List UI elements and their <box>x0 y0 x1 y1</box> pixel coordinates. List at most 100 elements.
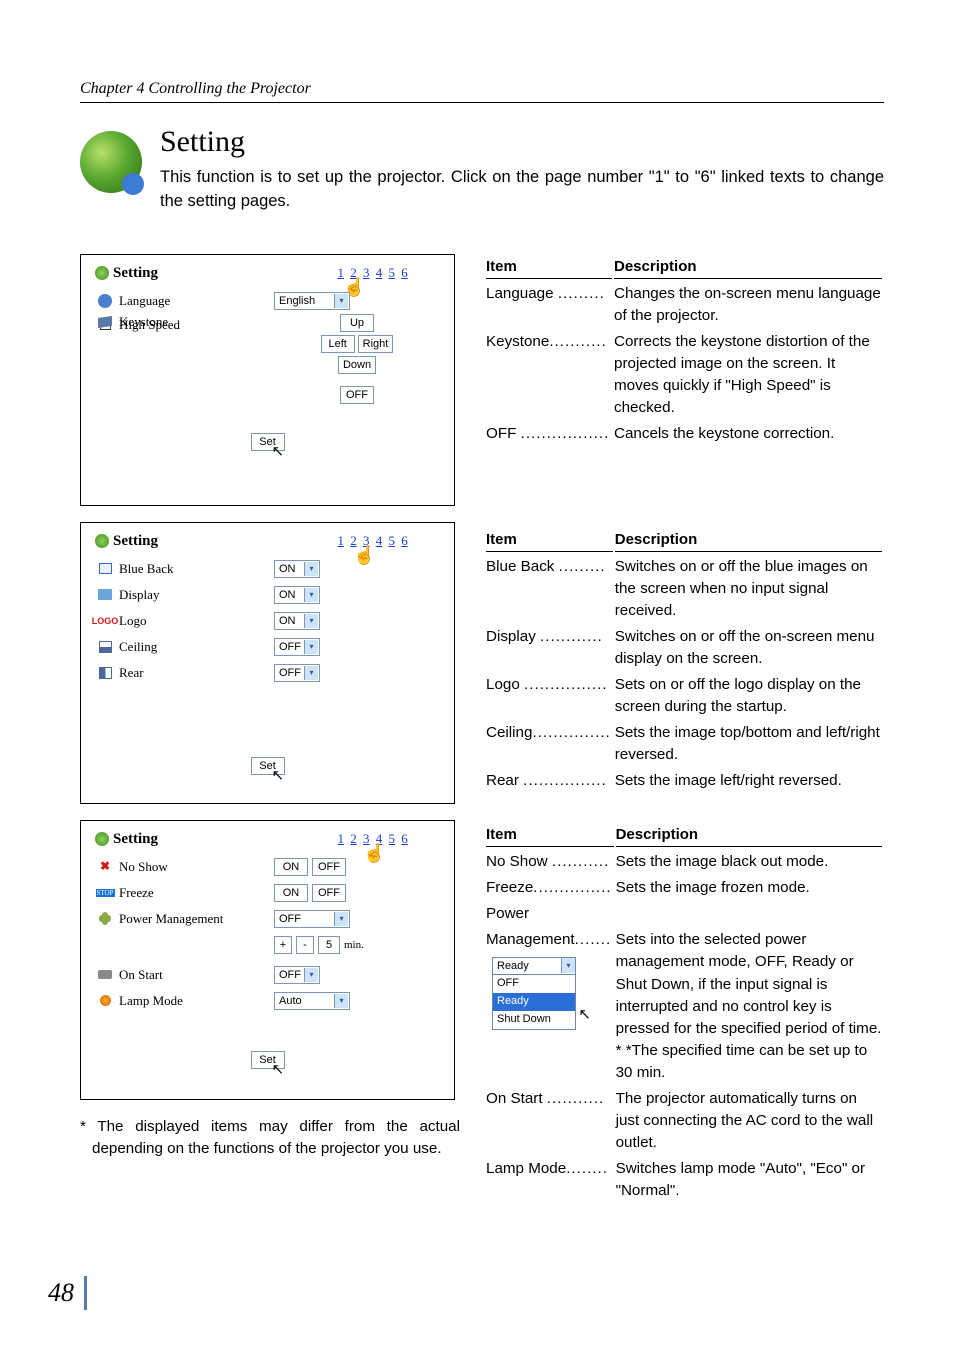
display-label: Display <box>119 587 274 603</box>
caret-down-icon: ▾ <box>304 562 318 576</box>
rear-icon <box>99 667 112 679</box>
noshow-off-button[interactable]: OFF <box>312 858 346 876</box>
freeze-label: Freeze <box>119 885 274 901</box>
keystone-left-button[interactable]: Left <box>321 335 355 353</box>
freeze-icon: STOP <box>96 889 115 897</box>
ceiling-icon <box>99 641 112 653</box>
rear-select[interactable]: OFF▾ <box>274 664 320 682</box>
col-desc: Description <box>615 529 882 552</box>
caret-down-icon: ▾ <box>304 968 318 982</box>
timer-unit-label: min. <box>344 939 364 951</box>
panel2-title: Setting <box>113 533 158 550</box>
col-desc: Description <box>614 256 882 279</box>
setting-panel-1: Setting 1 2 3 4 5 6 ☝ Language Engli <box>80 254 455 506</box>
col-item: Item <box>486 824 614 847</box>
cursor-arrow-icon: ↖ <box>272 1060 285 1079</box>
ceiling-select[interactable]: OFF▾ <box>274 638 320 656</box>
pager: 1 2 3 4 5 6 <box>336 533 409 549</box>
section-description: This function is to set up the projector… <box>160 165 884 214</box>
display-select[interactable]: ON▾ <box>274 586 320 604</box>
page-link-3[interactable]: 3 <box>363 533 370 548</box>
page-link-5[interactable]: 5 <box>389 831 396 846</box>
powermgmt-label: Power Management <box>119 911 274 927</box>
noshow-label: No Show <box>119 859 274 875</box>
keystone-up-button[interactable]: Up <box>340 314 374 332</box>
chapter-header: Chapter 4 Controlling the Projector <box>80 80 884 103</box>
powermgmt-dropdown-figure: Ready▾ OFF Ready Shut Down ↖ <box>492 957 576 1030</box>
onstart-icon <box>98 970 112 979</box>
cursor-arrow-icon: ↖ <box>578 1004 591 1026</box>
caret-down-icon: ▾ <box>304 666 318 680</box>
page-link-5[interactable]: 5 <box>389 265 396 280</box>
caret-down-icon: ▾ <box>334 294 348 308</box>
caret-down-icon: ▾ <box>304 640 318 654</box>
blueback-label: Blue Back <box>119 561 274 577</box>
page-link-4[interactable]: 4 <box>376 831 383 846</box>
highspeed-label: High Speed <box>119 317 274 333</box>
cursor-arrow-icon: ↖ <box>272 766 285 785</box>
lampmode-label: Lamp Mode <box>119 993 274 1009</box>
page-link-6[interactable]: 6 <box>401 265 408 280</box>
gear-icon <box>95 534 109 548</box>
page-link-1[interactable]: 1 <box>338 265 345 280</box>
page-link-5[interactable]: 5 <box>389 533 396 548</box>
language-icon <box>98 294 112 308</box>
blueback-icon <box>99 563 112 574</box>
page-link-3[interactable]: 3 <box>363 831 370 846</box>
ceiling-label: Ceiling <box>119 639 274 655</box>
onstart-label: On Start <box>119 967 274 983</box>
caret-down-icon: ▾ <box>334 912 348 926</box>
page-link-4[interactable]: 4 <box>376 533 383 548</box>
rear-label: Rear <box>119 665 274 681</box>
panel1-title: Setting <box>113 265 158 282</box>
caret-down-icon: ▾ <box>304 588 318 602</box>
freeze-on-button[interactable]: ON <box>274 884 308 902</box>
section-title: Setting <box>160 125 884 159</box>
noshow-icon: ✖ <box>100 859 110 874</box>
page-link-2[interactable]: 2 <box>350 533 357 548</box>
freeze-off-button[interactable]: OFF <box>312 884 346 902</box>
logo-label: Logo <box>119 613 274 629</box>
page-link-6[interactable]: 6 <box>401 831 408 846</box>
description-table-1: Item Description Language .........Chang… <box>484 254 884 447</box>
page-link-2[interactable]: 2 <box>350 265 357 280</box>
col-desc: Description <box>616 824 882 847</box>
description-table-2: Item Description Blue Back .........Swit… <box>484 527 884 794</box>
timer-plus-button[interactable]: + <box>274 936 292 954</box>
keystone-right-button[interactable]: Right <box>358 335 394 353</box>
language-label: Language <box>119 293 274 309</box>
onstart-select[interactable]: OFF▾ <box>274 966 320 984</box>
page-link-6[interactable]: 6 <box>401 533 408 548</box>
pager: 1 2 3 4 5 6 <box>336 265 409 281</box>
description-table-3: Item Description No Show ...........Sets… <box>484 822 884 1203</box>
panel3-title: Setting <box>113 831 158 848</box>
keystone-icon <box>98 316 112 328</box>
caret-down-icon: ▾ <box>304 614 318 628</box>
page-link-1[interactable]: 1 <box>338 831 345 846</box>
timer-minus-button[interactable]: - <box>296 936 314 954</box>
setting-panel-2: Setting 1 2 3 4 5 6 ☝ Blue Back ON▾ <box>80 522 455 804</box>
page-link-1[interactable]: 1 <box>338 533 345 548</box>
col-item: Item <box>486 529 613 552</box>
page-number: 48 <box>48 1276 87 1310</box>
noshow-on-button[interactable]: ON <box>274 858 308 876</box>
setting-panel-3: Setting 1 2 3 4 5 6 ☝ ✖ No Show ON OFF <box>80 820 455 1100</box>
gear-icon <box>95 832 109 846</box>
lampmode-select[interactable]: Auto▾ <box>274 992 350 1010</box>
blueback-select[interactable]: ON▾ <box>274 560 320 578</box>
page-link-2[interactable]: 2 <box>350 831 357 846</box>
caret-down-icon: ▾ <box>334 994 348 1008</box>
footnote: * The displayed items may differ from th… <box>80 1116 460 1160</box>
cursor-arrow-icon: ↖ <box>272 442 285 461</box>
logo-select[interactable]: ON▾ <box>274 612 320 630</box>
page-link-3[interactable]: 3 <box>363 265 370 280</box>
language-select[interactable]: English▾ <box>274 292 350 310</box>
keystone-off-button[interactable]: OFF <box>340 386 374 404</box>
powermgmt-select[interactable]: OFF▾ <box>274 910 350 928</box>
keystone-down-button[interactable]: Down <box>338 356 376 374</box>
setting-section-icon <box>80 131 142 193</box>
logo-icon: LOGO <box>92 616 119 626</box>
page-link-4[interactable]: 4 <box>376 265 383 280</box>
gear-icon <box>95 266 109 280</box>
timer-input[interactable]: 5 <box>318 936 340 954</box>
